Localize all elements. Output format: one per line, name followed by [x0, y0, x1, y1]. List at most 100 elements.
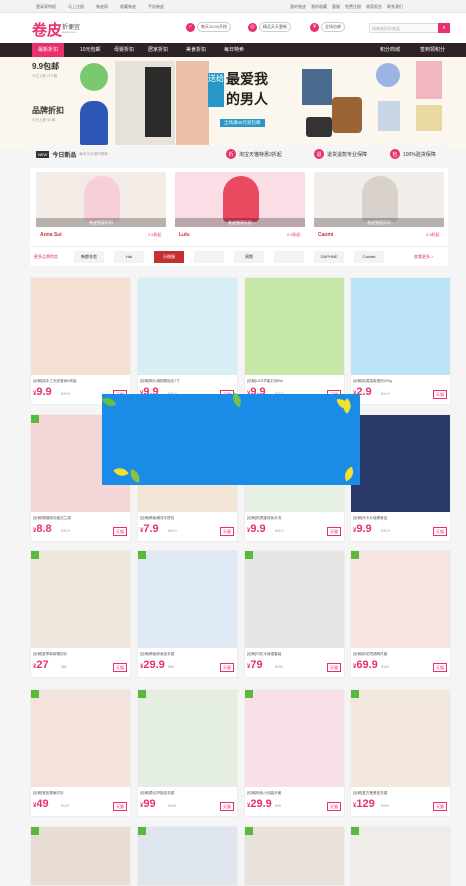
- product-card[interactable]: [包邮]粉色小西装外套 ¥29.9 ¥99 天猫: [244, 689, 345, 817]
- buy-button[interactable]: 天猫: [327, 802, 341, 811]
- product-title[interactable]: [包邮]韩版修身连衣裙: [140, 652, 236, 657]
- topbar-link[interactable]: 免费注册: [345, 4, 361, 10]
- buy-button[interactable]: 天猫: [220, 663, 234, 672]
- nav-item[interactable]: 最新折扣: [32, 43, 65, 57]
- product-image[interactable]: [245, 551, 344, 648]
- brand-logo[interactable]: DAPHNE: [314, 251, 344, 263]
- product-title[interactable]: [包邮]宽松棉麻衬衫: [33, 791, 129, 796]
- featured-card[interactable]: 卷皮独家折扣: [314, 172, 444, 227]
- search-input[interactable]: 搜卷皮折扣商品: [369, 23, 439, 33]
- product-title[interactable]: [包邮]除湿袋吸湿剂200g: [353, 379, 449, 384]
- nav-item[interactable]: 美食折扣: [180, 43, 212, 57]
- product-image[interactable]: [31, 827, 130, 885]
- product-image[interactable]: [351, 690, 450, 787]
- product-title[interactable]: [包邮]印花半身裙套装: [247, 652, 343, 657]
- product-image[interactable]: [138, 827, 237, 885]
- brand-logo[interactable]: [274, 251, 304, 263]
- topbar-link[interactable]: 商家报名: [366, 4, 382, 10]
- product-card[interactable]: [30, 826, 131, 886]
- popup-overlay[interactable]: [101, 392, 360, 485]
- topbar-link[interactable]: 收藏卷皮: [120, 4, 136, 10]
- product-card[interactable]: [包邮]除湿袋吸湿剂200g¥2.9¥19.9天猫: [350, 277, 451, 405]
- product-image[interactable]: [351, 551, 450, 648]
- product-card[interactable]: [包邮]碎花短裙两件套 ¥69.9 ¥169 天猫: [350, 550, 451, 678]
- nav-item[interactable]: 签到领积分: [414, 43, 451, 57]
- product-image[interactable]: [31, 690, 130, 787]
- banner-headline[interactable]: 送给 最爱我 的男人 全场满39元就包邮: [208, 67, 304, 143]
- product-title[interactable]: [包邮]纯手工天然香皂5块装: [33, 379, 129, 384]
- product-card[interactable]: [137, 826, 238, 886]
- buy-button[interactable]: 天猫: [327, 527, 341, 536]
- buy-button[interactable]: 天猫: [113, 527, 127, 536]
- brand-logo[interactable]: [194, 251, 224, 263]
- product-card[interactable]: [350, 826, 451, 886]
- topbar-link[interactable]: 我的卷皮: [290, 4, 306, 10]
- buy-button[interactable]: 天猫: [220, 802, 234, 811]
- buy-button[interactable]: 天猫: [327, 663, 341, 672]
- topbar-link[interactable]: 登录享特权: [36, 4, 56, 10]
- brand-logo[interactable]: 韩都衣舍: [74, 251, 104, 263]
- buy-button[interactable]: 天猫: [113, 802, 127, 811]
- product-card[interactable]: [包邮]LED节能灯泡5W¥9.9¥29.9天猫: [244, 277, 345, 405]
- promo-brand[interactable]: 品牌折扣 今日上新 90 款: [32, 105, 80, 145]
- nav-item[interactable]: 积分商城: [374, 43, 406, 57]
- product-card[interactable]: [包邮]韩版修身连衣裙 ¥29.9 ¥99 天猫: [137, 550, 238, 678]
- buy-button[interactable]: 天猫: [433, 663, 447, 672]
- product-image[interactable]: [351, 827, 450, 885]
- product-image[interactable]: [245, 690, 344, 787]
- topbar-link[interactable]: 我的收藏: [311, 4, 327, 10]
- product-card[interactable]: [包邮]宽松棉麻衬衫 ¥49 ¥129 天猫: [30, 689, 131, 817]
- product-title[interactable]: [包邮]韩版潮流手提包: [140, 516, 236, 521]
- product-card[interactable]: [包邮]玛卡片保健食品 ¥9.9 ¥39.9 天猫: [350, 414, 451, 542]
- product-title[interactable]: [包邮]碎花短裙两件套: [353, 652, 449, 657]
- brand-logo[interactable]: 乐微服: [154, 251, 184, 263]
- product-image[interactable]: [31, 551, 130, 648]
- nav-item[interactable]: 母婴折扣: [108, 43, 140, 57]
- brand-more-link[interactable]: 查看更多 >: [414, 254, 433, 260]
- search-button[interactable]: ⌕: [438, 23, 450, 33]
- topbar-link[interactable]: 卷皮网: [96, 4, 108, 10]
- product-card[interactable]: [包邮]蕾丝拼接连衣裙 ¥99 ¥199 天猫: [137, 689, 238, 817]
- product-image[interactable]: [138, 278, 237, 375]
- product-image[interactable]: [138, 551, 237, 648]
- product-card[interactable]: [244, 826, 345, 886]
- product-card[interactable]: [包邮]印花半身裙套装 ¥79 ¥199 天猫: [244, 550, 345, 678]
- product-title[interactable]: [包邮]粉色小西装外套: [247, 791, 343, 796]
- nav-item[interactable]: 居家折扣: [142, 43, 174, 57]
- product-title[interactable]: [包邮]复古蓬蓬连衣裙: [353, 791, 449, 796]
- product-title[interactable]: [包邮]蕾丝拼接连衣裙: [140, 791, 236, 796]
- product-image[interactable]: [351, 278, 450, 375]
- product-image[interactable]: [245, 278, 344, 375]
- product-title[interactable]: [包邮]珊瑚绒毛毯法兰绒: [33, 516, 129, 521]
- product-title[interactable]: [包邮]玛卡片保健食品: [353, 516, 449, 521]
- product-card[interactable]: [包邮]夏季新款雪纺衫 ¥27 ¥89 天猫: [30, 550, 131, 678]
- buy-button[interactable]: 天猫: [220, 527, 234, 536]
- nav-item[interactable]: 每日特卖: [218, 43, 250, 57]
- topbar-link[interactable]: 客服: [332, 4, 340, 10]
- product-title[interactable]: [包邮]照片墙相框组合7寸: [140, 379, 236, 384]
- brand-logo[interactable]: Hai: [114, 251, 144, 263]
- product-title[interactable]: [包邮]夏季新款雪纺衫: [33, 652, 129, 657]
- topbar-link[interactable]: 马上注册: [68, 4, 84, 10]
- buy-button[interactable]: 天猫: [113, 663, 127, 672]
- brand-logo[interactable]: Cachet: [354, 251, 384, 263]
- nav-item[interactable]: 10元包邮: [74, 43, 107, 57]
- topbar-link[interactable]: 手机卷皮: [148, 4, 164, 10]
- product-title[interactable]: [包邮]LED节能灯泡5W: [247, 379, 343, 384]
- promo-9-9[interactable]: 9.9包邮 今日上新 275 款: [32, 61, 80, 101]
- product-image[interactable]: [138, 690, 237, 787]
- logo[interactable]: 卷皮: [32, 19, 62, 40]
- featured-card[interactable]: 卷皮独家折扣: [36, 172, 166, 227]
- brand-logo[interactable]: 周期: [234, 251, 264, 263]
- buy-button[interactable]: 天猫: [433, 527, 447, 536]
- product-image[interactable]: [31, 278, 130, 375]
- product-card[interactable]: [包邮]纯手工天然香皂5块装¥9.9¥29.9天猫: [30, 277, 131, 405]
- topbar-link[interactable]: 联系我们: [387, 4, 403, 10]
- buy-button[interactable]: 天猫: [433, 390, 447, 399]
- product-image[interactable]: [351, 415, 450, 512]
- product-image[interactable]: [245, 827, 344, 885]
- product-card[interactable]: [包邮]照片墙相框组合7寸¥9.9¥29.9天猫: [137, 277, 238, 405]
- buy-button[interactable]: 天猫: [433, 802, 447, 811]
- product-title[interactable]: [包邮]拖把旋转免手洗: [247, 516, 343, 521]
- featured-card[interactable]: 卷皮独家折扣: [175, 172, 305, 227]
